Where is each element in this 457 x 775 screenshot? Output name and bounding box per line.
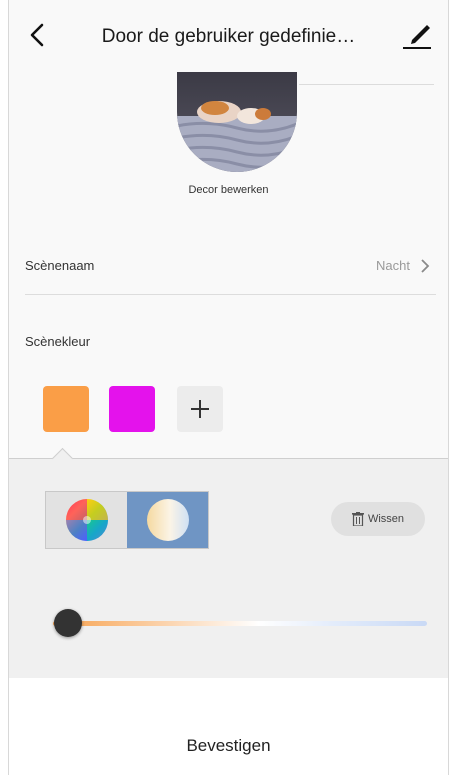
plus-icon — [191, 400, 209, 418]
confirm-button[interactable]: Bevestigen — [9, 736, 448, 756]
pencil-icon — [403, 25, 431, 49]
divider — [299, 84, 434, 85]
back-button[interactable] — [23, 20, 51, 50]
color-wheel-icon — [65, 499, 108, 541]
color-temperature-slider[interactable] — [53, 609, 427, 637]
scene-photo-icon — [177, 72, 297, 172]
white-temperature-mode-button[interactable] — [127, 492, 208, 548]
clear-button[interactable]: Wissen — [331, 502, 425, 536]
color-wheel-mode-button[interactable] — [46, 492, 127, 548]
app-frame: Door de gebruiker gedefinie… Decor bewer… — [8, 0, 449, 775]
scene-name-row[interactable]: Scènenaam Nacht — [25, 248, 436, 295]
chevron-left-icon — [30, 23, 44, 47]
header: Door de gebruiker gedefinie… — [9, 0, 448, 72]
trash-icon — [351, 512, 364, 526]
edit-button[interactable] — [400, 18, 434, 52]
color-mode-toggle — [45, 491, 209, 549]
color-swatch-magenta[interactable] — [109, 386, 155, 432]
scene-color-label: Scènekleur — [25, 334, 91, 349]
white-temperature-icon — [146, 499, 189, 541]
color-swatch-orange[interactable] — [43, 386, 89, 432]
clear-button-label: Wissen — [367, 513, 405, 525]
slider-track — [53, 621, 427, 626]
scene-name-value: Nacht — [376, 258, 410, 273]
scene-name-label: Scènenaam — [25, 258, 95, 273]
add-color-button[interactable] — [177, 386, 223, 432]
edit-decor-link[interactable]: Decor bewerken — [9, 184, 448, 196]
page-title: Door de gebruiker gedefinie… — [101, 26, 356, 47]
color-picker-panel: Wissen — [9, 447, 448, 679]
panel-pointer — [51, 447, 74, 470]
slider-handle[interactable] — [53, 609, 82, 637]
chevron-right-icon — [421, 259, 430, 273]
scene-image[interactable] — [177, 72, 297, 172]
footer: Bevestigen — [9, 678, 448, 775]
